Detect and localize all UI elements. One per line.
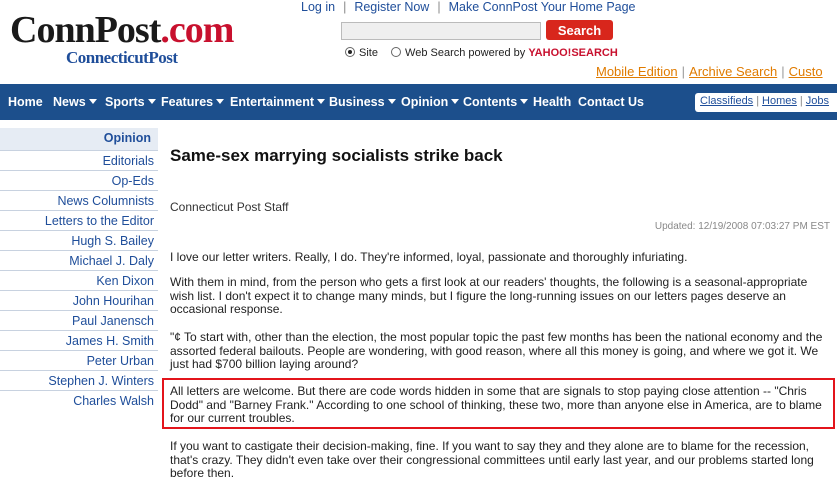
web-search-label: Web Search powered by [405,47,526,59]
yahoo-search-logo: YAHOO!SEARCH [528,47,618,59]
article-updated-timestamp: Updated: 12/19/2008 07:03:27 PM EST [654,221,830,232]
classifieds-link[interactable]: Classifieds [700,95,753,107]
sidebar-item-paul-janensch[interactable]: Paul Janensch [0,310,158,330]
main-nav: Home News Sports Features Entertainment … [0,84,837,120]
jobs-link[interactable]: Jobs [806,95,829,107]
login-link[interactable]: Log in [301,0,335,14]
sidebar-item-news-columnists[interactable]: News Columnists [0,190,158,210]
nav-news[interactable]: News [53,95,97,109]
sidebar-item-james-h-smith[interactable]: James H. Smith [0,330,158,350]
sidebar-item-michael-j-daly[interactable]: Michael J. Daly [0,250,158,270]
site-radio-label: Site [359,47,378,59]
chevron-down-icon [387,99,396,104]
mobile-edition-link[interactable]: Mobile Edition [596,64,678,79]
chevron-down-icon [147,99,156,104]
sidebar-item-peter-urban[interactable]: Peter Urban [0,350,158,370]
nav-contact-us[interactable]: Contact Us [578,95,644,109]
opinion-sidebar: Opinion Editorials Op-Eds News Columnist… [0,128,158,410]
sidebar-item-letters-to-the-editor[interactable]: Letters to the Editor [0,210,158,230]
article-title: Same-sex marrying socialists strike back [170,146,503,165]
custom-link[interactable]: Custo [789,64,823,79]
nav-secondary-links: Classifieds | Homes | Jobs [695,93,837,112]
article-paragraph: "¢ To start with, other than the electio… [170,330,823,371]
site-radio[interactable] [345,47,355,57]
sidebar-item-ken-dixon[interactable]: Ken Dixon [0,270,158,290]
top-links: Log in | Register Now | Make ConnPost Your H… [301,0,636,14]
sidebar-heading[interactable]: Opinion [0,128,158,150]
nav-contents[interactable]: Contents [463,95,529,109]
archive-search-link[interactable]: Archive Search [689,64,777,79]
logo-wordmark: ConnPost.com [10,9,234,51]
nav-sports[interactable]: Sports [105,95,156,109]
article-byline: Connecticut Post Staff [170,200,289,214]
article-paragraph: If you want to castigate their decision-… [170,439,814,480]
chevron-down-icon [88,99,97,104]
sidebar-item-charles-walsh[interactable]: Charles Walsh [0,390,158,410]
search-scope-radios: Site Web Search powered by YAHOO!SEARCH [345,47,618,59]
nav-home[interactable]: Home [8,95,43,109]
nav-opinion[interactable]: Opinion [401,95,460,109]
article-paragraph: With them in mind, from the person who g… [170,275,808,316]
nav-health[interactable]: Health [533,95,571,109]
sidebar-item-op-eds[interactable]: Op-Eds [0,170,158,190]
article-paragraph: I love our letter writers. Really, I do.… [170,250,688,264]
nav-features[interactable]: Features [161,95,225,109]
edition-links: Mobile Edition | Archive Search | Custo [596,64,823,79]
chevron-down-icon [520,99,529,104]
homes-link[interactable]: Homes [762,95,797,107]
search-button[interactable]: Search [546,20,613,40]
sidebar-item-hugh-s-bailey[interactable]: Hugh S. Bailey [0,230,158,250]
register-link[interactable]: Register Now [354,0,429,14]
site-logo[interactable]: ConnPost.com ConnecticutPost [10,9,234,67]
chevron-down-icon [216,99,225,104]
web-search-radio[interactable] [391,47,402,57]
logo-subtitle: ConnecticutPost [66,48,178,67]
highlight-box [162,378,835,429]
sidebar-item-stephen-j-winters[interactable]: Stephen J. Winters [0,370,158,390]
search-input[interactable] [341,22,541,40]
chevron-down-icon [317,99,326,104]
make-home-page-link[interactable]: Make ConnPost Your Home Page [449,0,636,14]
nav-entertainment[interactable]: Entertainment [230,95,326,109]
sidebar-item-john-hourihan[interactable]: John Hourihan [0,290,158,310]
chevron-down-icon [451,99,460,104]
nav-business[interactable]: Business [329,95,396,109]
site-header: ConnPost.com ConnecticutPost Log in | Regi… [0,0,837,82]
sidebar-item-editorials[interactable]: Editorials [0,150,158,170]
